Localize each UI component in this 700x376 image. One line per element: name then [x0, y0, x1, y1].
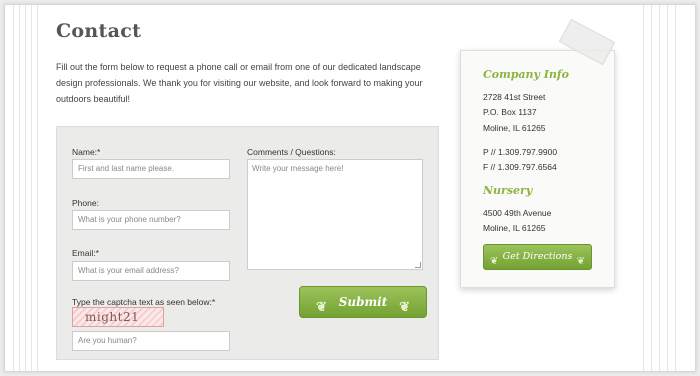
border-stripe [651, 5, 652, 371]
nursery-city: Moline, IL 61265 [483, 223, 546, 233]
border-stripe [19, 5, 20, 371]
border-stripe [659, 5, 660, 371]
company-fax: F // 1.309.797.6564 [483, 162, 557, 172]
page-title: Contact [56, 20, 142, 42]
email-input[interactable]: What is your email address? [72, 261, 230, 281]
email-label: Email:* [72, 248, 99, 258]
page-frame: Contact Fill out the form below to reque… [4, 4, 696, 372]
border-stripe [37, 5, 38, 371]
comments-placeholder: Write your message here! [252, 164, 344, 173]
name-label: Name:* [72, 147, 101, 157]
nursery-heading: Nursery [483, 184, 533, 197]
border-stripe [31, 5, 32, 371]
name-input[interactable]: First and last name please. [72, 159, 230, 179]
nursery-street: 4500 49th Avenue [483, 208, 552, 218]
company-phone: P // 1.309.797.9900 [483, 147, 558, 157]
leaf-icon: ❦ [399, 300, 410, 315]
captcha-image: might21 [72, 307, 164, 327]
leaf-icon: ❦ [576, 256, 585, 267]
border-stripe [667, 5, 668, 371]
company-po-box: P.O. Box 1137 [483, 107, 537, 117]
contact-form: Name:* First and last name please. Phone… [56, 126, 439, 360]
company-street: 2728 41st Street [483, 92, 546, 102]
phone-label: Phone: [72, 198, 99, 208]
border-stripe [13, 5, 14, 371]
leaf-icon: ❦ [490, 256, 499, 267]
border-stripe [675, 5, 676, 371]
leaf-icon: ❦ [316, 300, 327, 315]
company-info-card: Company Info 2728 41st Street P.O. Box 1… [460, 50, 615, 288]
intro-text: Fill out the form below to request a pho… [56, 62, 423, 104]
get-directions-label: Get Directions [502, 251, 573, 262]
phone-input[interactable]: What is your phone number? [72, 210, 230, 230]
resize-handle-icon[interactable] [415, 262, 421, 268]
company-info-heading: Company Info [483, 68, 569, 81]
comments-textarea[interactable]: Write your message here! [247, 159, 423, 270]
get-directions-button[interactable]: ❦ Get Directions ❦ [483, 244, 592, 270]
submit-button[interactable]: ❦ Submit ❦ [299, 286, 427, 318]
captcha-label: Type the captcha text as seen below:* [72, 297, 216, 307]
border-stripe [643, 5, 644, 371]
border-stripe [25, 5, 26, 371]
comments-label: Comments / Questions: [247, 147, 336, 157]
submit-label: Submit [338, 295, 388, 309]
captcha-input[interactable]: Are you human? [72, 331, 230, 351]
company-city: Moline, IL 61265 [483, 123, 546, 133]
